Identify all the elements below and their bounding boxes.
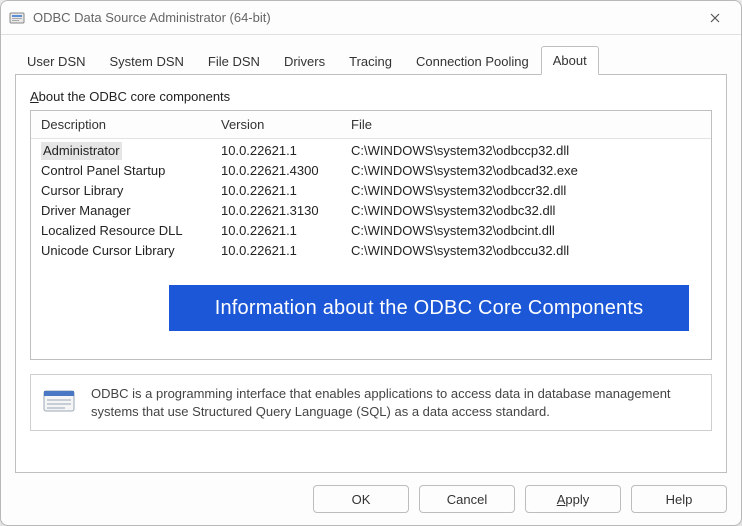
tab-connection-pooling[interactable]: Connection Pooling <box>404 47 541 75</box>
ok-button[interactable]: OK <box>313 485 409 513</box>
cell-version: 10.0.22621.3130 <box>221 202 351 220</box>
dialog-window: ODBC Data Source Administrator (64-bit) … <box>0 0 742 526</box>
cancel-button[interactable]: Cancel <box>419 485 515 513</box>
tab-file-dsn[interactable]: File DSN <box>196 47 272 75</box>
table-row[interactable]: Unicode Cursor Library 10.0.22621.1C:\WIN… <box>31 241 711 261</box>
components-list[interactable]: Description Version File Administrator 10… <box>30 110 712 360</box>
info-text: ODBC is a programming interface that ena… <box>91 385 699 420</box>
tab-system-dsn[interactable]: System DSN <box>98 47 196 75</box>
tab-drivers[interactable]: Drivers <box>272 47 337 75</box>
app-icon <box>9 10 25 26</box>
col-header-version[interactable]: Version <box>221 117 351 132</box>
col-header-file[interactable]: File <box>351 117 701 132</box>
table-row[interactable]: Cursor Library 10.0.22621.1C:\WINDOWS\sys… <box>31 181 711 201</box>
cell-version: 10.0.22621.1 <box>221 182 351 200</box>
apply-button[interactable]: Apply <box>525 485 621 513</box>
tab-strip: User DSNSystem DSNFile DSNDriversTracing… <box>15 45 727 74</box>
button-row: OK Cancel Apply Help <box>15 473 727 513</box>
cell-file: C:\WINDOWS\system32\odbccu32.dll <box>351 242 701 260</box>
cell-file: C:\WINDOWS\system32\odbc32.dll <box>351 202 701 220</box>
tab-user-dsn[interactable]: User DSN <box>15 47 98 75</box>
list-body: Administrator10.0.22621.1C:\WINDOWS\syst… <box>31 139 711 263</box>
cell-description: Administrator <box>41 142 122 160</box>
tab-tracing[interactable]: Tracing <box>337 47 404 75</box>
window-title: ODBC Data Source Administrator (64-bit) <box>33 10 697 25</box>
cell-file: C:\WINDOWS\system32\odbcad32.exe <box>351 162 701 180</box>
cell-file: C:\WINDOWS\system32\odbccr32.dll <box>351 182 701 200</box>
cell-version: 10.0.22621.1 <box>221 142 351 160</box>
titlebar: ODBC Data Source Administrator (64-bit) <box>1 1 741 35</box>
overlay-banner: Information about the ODBC Core Componen… <box>169 285 689 331</box>
col-header-description[interactable]: Description <box>41 117 221 132</box>
table-row[interactable]: Driver Manager 10.0.22621.3130C:\WINDOWS\… <box>31 201 711 221</box>
list-header: Description Version File <box>31 111 711 139</box>
cell-description: Localized Resource DLL <box>41 223 183 238</box>
client-area: User DSNSystem DSNFile DSNDriversTracing… <box>1 35 741 525</box>
cell-description: Cursor Library <box>41 183 123 198</box>
tab-panel-about: About the ODBC core components Descripti… <box>15 74 727 473</box>
cell-version: 10.0.22621.4300 <box>221 162 351 180</box>
section-label: About the ODBC core components <box>30 89 712 104</box>
table-row[interactable]: Administrator 10.0.22621.1C:\WINDOWS\syst… <box>31 141 711 161</box>
cell-description: Unicode Cursor Library <box>41 243 175 258</box>
table-row[interactable]: Localized Resource DLL 10.0.22621.1C:\WIN… <box>31 221 711 241</box>
cell-description: Driver Manager <box>41 203 131 218</box>
info-box: ODBC is a programming interface that ena… <box>30 374 712 431</box>
tab-about[interactable]: About <box>541 46 599 75</box>
datasource-icon <box>43 387 77 415</box>
cell-file: C:\WINDOWS\system32\odbccp32.dll <box>351 142 701 160</box>
cell-file: C:\WINDOWS\system32\odbcint.dll <box>351 222 701 240</box>
cell-version: 10.0.22621.1 <box>221 222 351 240</box>
cell-description: Control Panel Startup <box>41 163 165 178</box>
cell-version: 10.0.22621.1 <box>221 242 351 260</box>
help-button[interactable]: Help <box>631 485 727 513</box>
table-row[interactable]: Control Panel Startup 10.0.22621.4300C:\W… <box>31 161 711 181</box>
close-button[interactable] <box>697 4 733 32</box>
